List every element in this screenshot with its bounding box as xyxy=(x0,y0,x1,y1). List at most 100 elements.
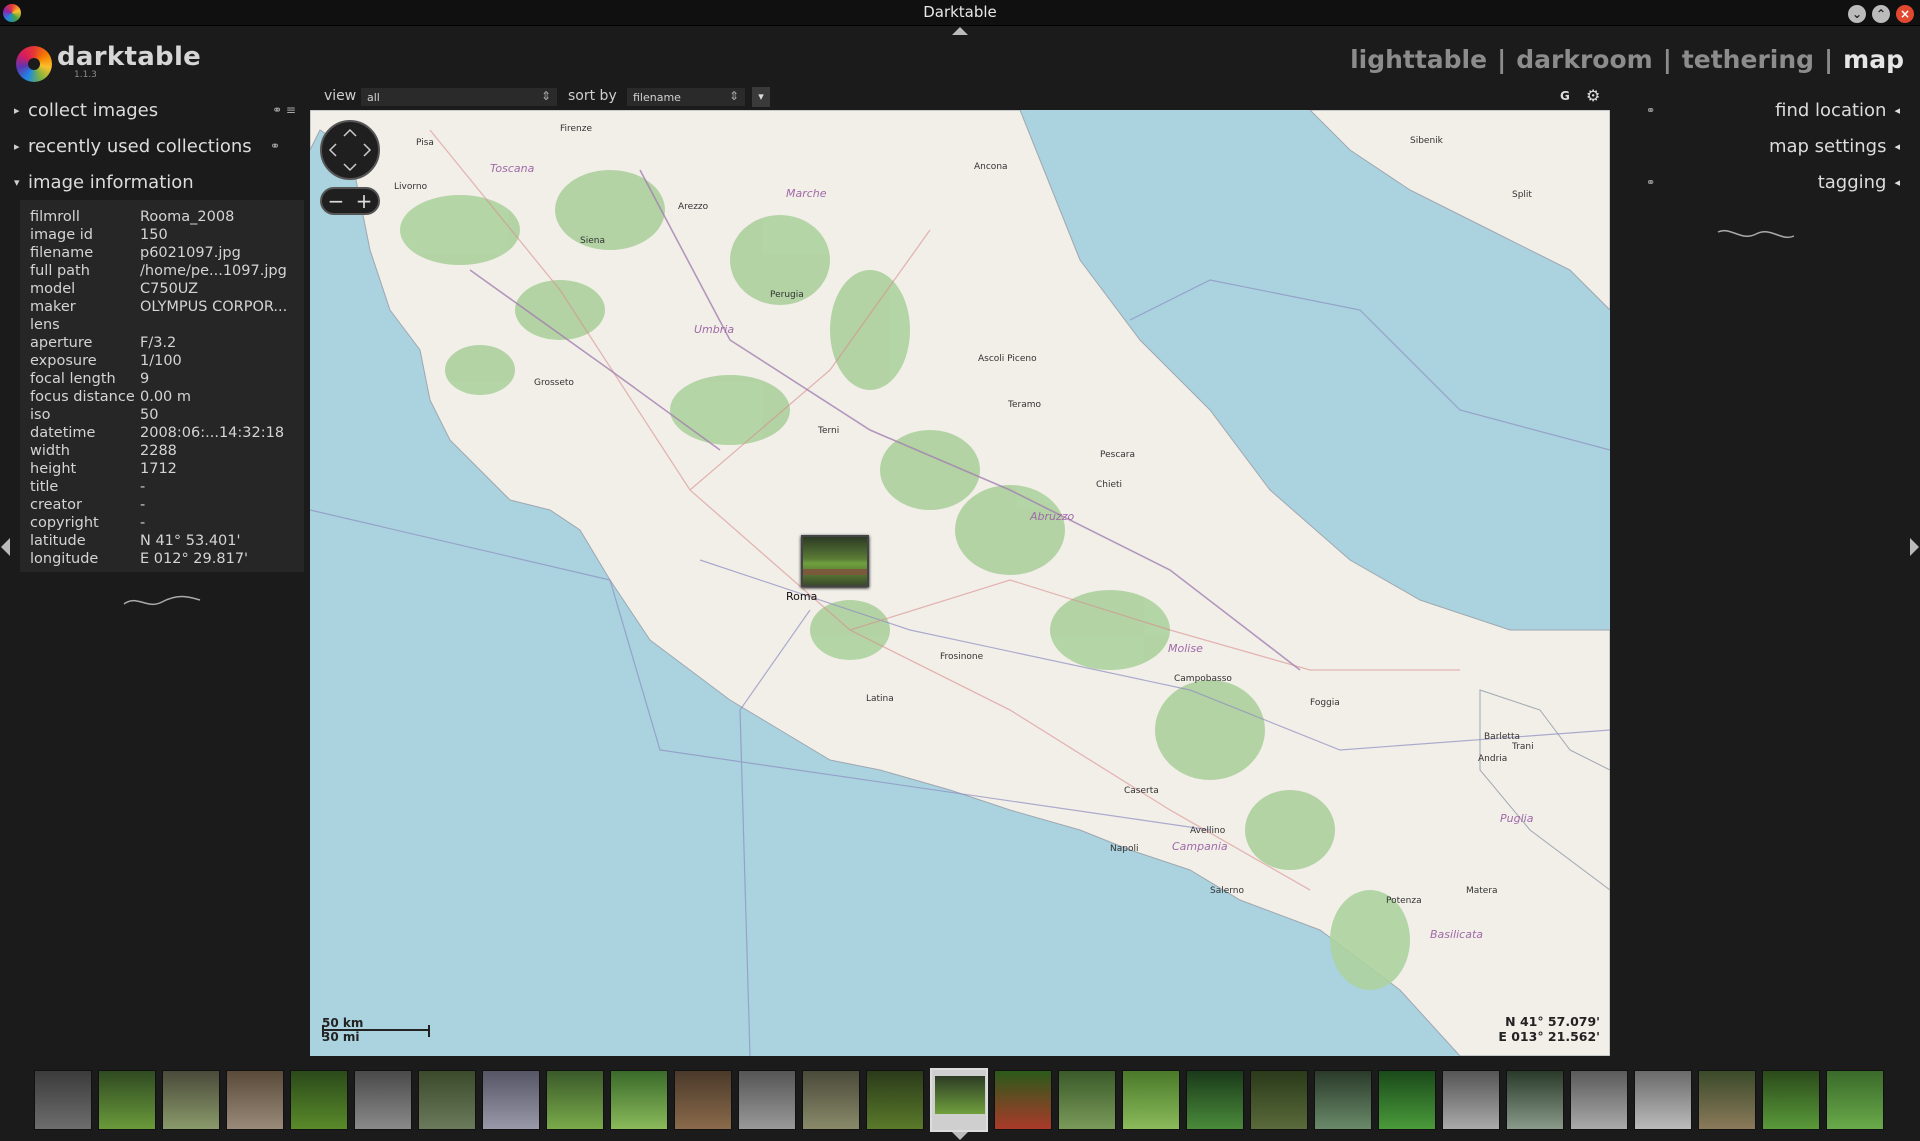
info-row: full path/home/pe...1097.jpg xyxy=(30,262,304,280)
reset-icon[interactable]: ⚭ xyxy=(270,139,280,153)
filmstrip-thumbnail[interactable] xyxy=(482,1070,540,1130)
filmstrip-thumbnail[interactable] xyxy=(1250,1070,1308,1130)
close-button[interactable]: × xyxy=(1896,5,1914,23)
filmstrip-thumbnail[interactable] xyxy=(1058,1070,1116,1130)
info-value: F/3.2 xyxy=(140,335,177,351)
filmstrip-thumbnail[interactable] xyxy=(34,1070,92,1130)
filmstrip-thumbnail[interactable] xyxy=(1506,1070,1564,1130)
map-region-label: Campania xyxy=(1172,840,1228,853)
map-city-label: Ancona xyxy=(974,162,1008,172)
expand-triangle-icon: ◂ xyxy=(1894,103,1900,117)
window-title: Darktable xyxy=(923,3,997,21)
view-lighttable[interactable]: lighttable xyxy=(1350,45,1487,74)
filmstrip-thumbnail[interactable] xyxy=(98,1070,156,1130)
app-logo: darktable 1.1.3 xyxy=(16,42,216,82)
filmstrip-thumbnail[interactable] xyxy=(1186,1070,1244,1130)
map-city-label: Chieti xyxy=(1096,480,1123,490)
map-city-label: Napoli xyxy=(1110,844,1139,854)
filmstrip-thumbnail[interactable] xyxy=(866,1070,924,1130)
view-map[interactable]: map xyxy=(1843,45,1904,74)
info-value: p6021097.jpg xyxy=(140,245,241,261)
preferences-gear-icon[interactable]: ⚙ xyxy=(1586,86,1600,105)
view-darkroom[interactable]: darkroom xyxy=(1516,45,1652,74)
filmstrip-thumbnail[interactable] xyxy=(1122,1070,1180,1130)
map-city-label: Andria xyxy=(1478,754,1508,764)
info-key: maker xyxy=(30,299,76,315)
filmstrip-thumbnail[interactable] xyxy=(994,1070,1052,1130)
info-key: focus distance xyxy=(30,389,135,405)
module-collect-images[interactable]: ▸ collect images ⚭ ≡ xyxy=(14,92,310,128)
collapse-bottom-panel-arrow-icon[interactable] xyxy=(952,1132,968,1140)
grouping-button[interactable]: G xyxy=(1560,89,1570,103)
reset-icon[interactable]: ⚭ xyxy=(1646,176,1655,189)
info-key: width xyxy=(30,443,70,459)
zoom-in-icon[interactable]: + xyxy=(356,189,373,213)
info-value: 2008:06:...14:32:18 xyxy=(140,425,285,441)
map-city-label: Grosseto xyxy=(534,378,574,388)
module-image-information[interactable]: ▾ image information xyxy=(14,164,310,200)
filmstrip-thumbnail[interactable] xyxy=(1698,1070,1756,1130)
map-city-label: Potenza xyxy=(1386,896,1422,906)
selected-thumbnail-image xyxy=(935,1076,985,1114)
map-city-label: Campobasso xyxy=(1174,674,1232,684)
filmstrip-thumbnail[interactable] xyxy=(226,1070,284,1130)
combobox-arrows-icon: ⇕ xyxy=(540,89,551,103)
filmstrip-thumbnail[interactable] xyxy=(802,1070,860,1130)
app-version: 1.1.3 xyxy=(74,70,97,80)
module-tagging[interactable]: ⚭ tagging ◂ xyxy=(1612,164,1910,200)
view-separator: | xyxy=(1824,45,1834,74)
filmstrip[interactable] xyxy=(0,1064,1920,1132)
filmstrip-thumbnail[interactable] xyxy=(418,1070,476,1130)
filmstrip-thumbnail[interactable] xyxy=(546,1070,604,1130)
filmstrip-thumbnail[interactable] xyxy=(1442,1070,1500,1130)
filmstrip-thumbnail[interactable] xyxy=(930,1068,988,1132)
collapse-triangle-icon: ▾ xyxy=(14,175,20,189)
filmstrip-thumbnail[interactable] xyxy=(1570,1070,1628,1130)
info-value: N 41° 53.401' xyxy=(140,533,241,549)
filmstrip-thumbnail[interactable] xyxy=(290,1070,348,1130)
map-city-label: Split xyxy=(1512,190,1532,200)
collapse-right-panel-arrow-icon[interactable] xyxy=(1910,538,1919,556)
sort-order-button[interactable]: ▾ xyxy=(752,87,770,107)
info-key: height xyxy=(30,461,77,477)
maximize-button[interactable]: ⌃ xyxy=(1872,5,1890,23)
minimize-button[interactable]: ⌄ xyxy=(1848,5,1866,23)
info-value: OLYMPUS CORPOR... xyxy=(140,299,288,315)
filmstrip-thumbnail[interactable] xyxy=(738,1070,796,1130)
module-find-location[interactable]: ⚭ find location ◂ xyxy=(1612,92,1910,128)
filmstrip-thumbnail[interactable] xyxy=(1826,1070,1884,1130)
map-zoom-control[interactable]: − + xyxy=(320,187,380,215)
reset-icon[interactable]: ⚭ xyxy=(1646,104,1655,117)
info-key: lens xyxy=(30,317,60,333)
module-recently-used-collections[interactable]: ▸ recently used collections ⚭ xyxy=(14,128,310,164)
collapse-left-panel-arrow-icon[interactable] xyxy=(1,538,10,556)
filmstrip-thumbnail[interactable] xyxy=(674,1070,732,1130)
sort-by-combobox[interactable]: filename ⇕ xyxy=(626,87,746,107)
filmstrip-thumbnail[interactable] xyxy=(1762,1070,1820,1130)
module-map-settings[interactable]: map settings ◂ xyxy=(1612,128,1910,164)
view-filter-combobox[interactable]: all ⇕ xyxy=(360,87,558,107)
filmstrip-thumbnail[interactable] xyxy=(1378,1070,1436,1130)
info-row: lens xyxy=(30,316,304,334)
info-key: image id xyxy=(30,227,94,243)
collapse-top-panel-arrow-icon[interactable] xyxy=(952,27,968,35)
zoom-out-icon[interactable]: − xyxy=(328,189,345,213)
expand-triangle-icon: ▸ xyxy=(14,139,20,153)
filmstrip-thumbnail[interactable] xyxy=(162,1070,220,1130)
pan-arrows-icon xyxy=(328,128,372,172)
map-city-label: Avellino xyxy=(1190,826,1226,836)
filmstrip-thumbnail[interactable] xyxy=(1634,1070,1692,1130)
filmstrip-thumbnail[interactable] xyxy=(1314,1070,1372,1130)
info-value: 150 xyxy=(140,227,168,243)
map-city-label: Teramo xyxy=(1008,400,1041,410)
filmstrip-thumbnail[interactable] xyxy=(610,1070,668,1130)
map-pan-control[interactable] xyxy=(320,120,380,180)
info-value: 1/100 xyxy=(140,353,182,369)
view-tethering[interactable]: tethering xyxy=(1682,45,1814,74)
map-region-label: Molise xyxy=(1168,642,1203,655)
map-view[interactable]: Toscana Marche Umbria Abruzzo Molise Cam… xyxy=(310,110,1610,1056)
module-preset-icons[interactable]: ⚭ ≡ xyxy=(272,103,296,117)
image-map-marker[interactable] xyxy=(801,535,869,587)
filmstrip-thumbnail[interactable] xyxy=(354,1070,412,1130)
info-row: width 2288 xyxy=(30,442,304,460)
